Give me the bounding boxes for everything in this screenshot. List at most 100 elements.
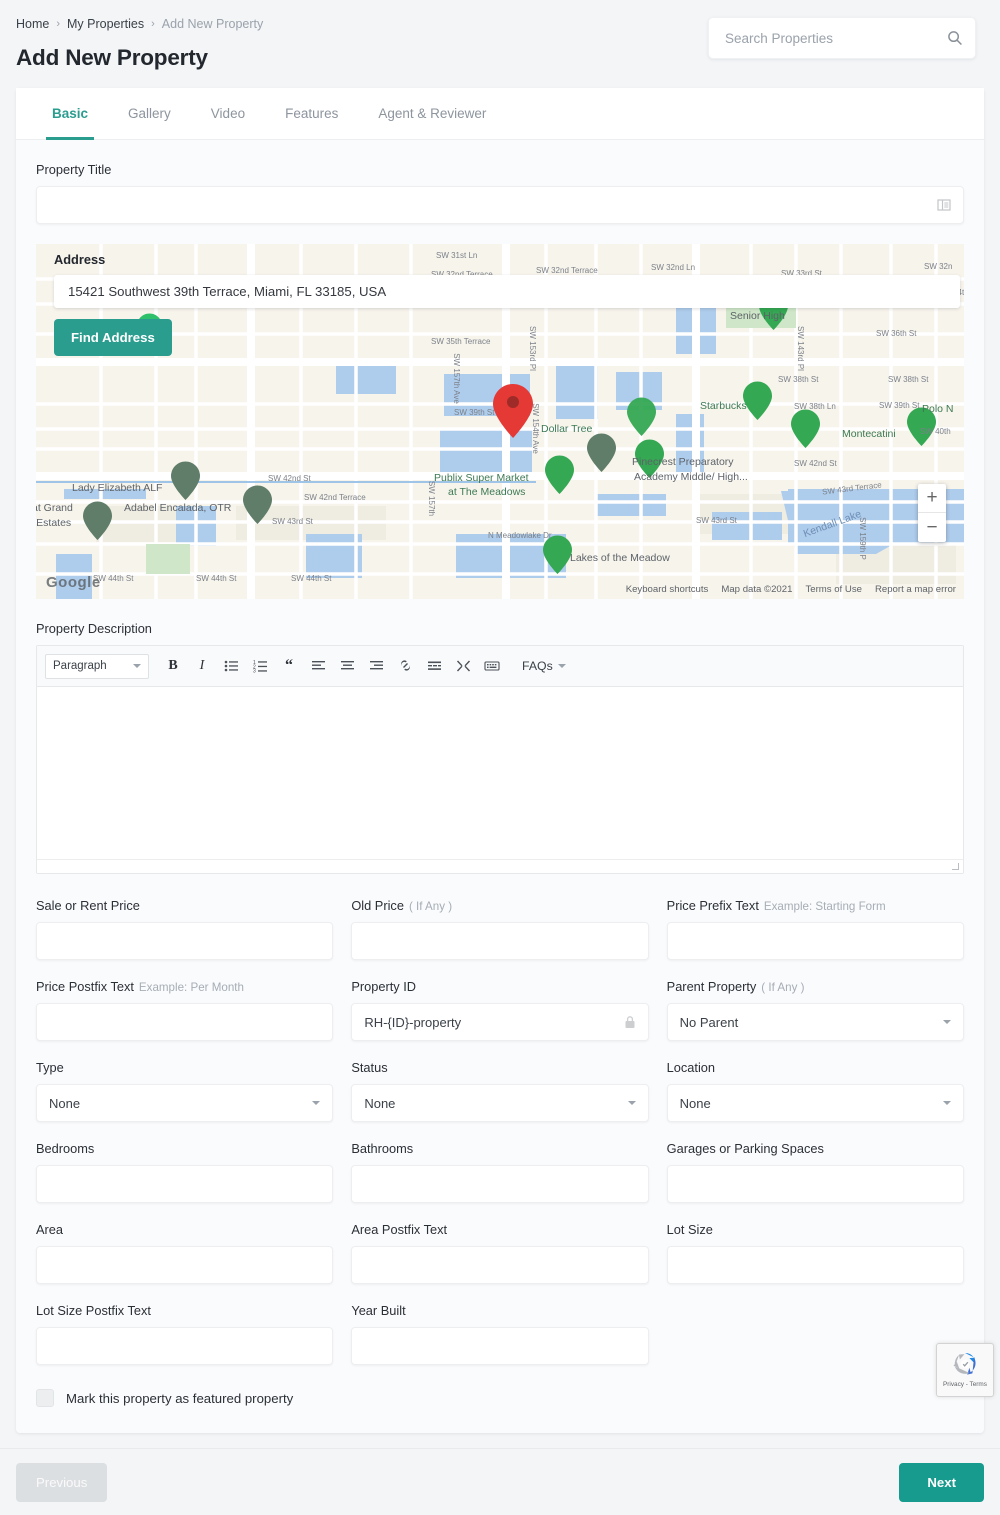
field-location: Location None [666, 1060, 964, 1122]
bathrooms-input[interactable] [364, 1176, 636, 1192]
search-properties-box[interactable] [708, 17, 976, 59]
field-label: Parent Property( If Any ) [666, 979, 805, 994]
tab-features[interactable]: Features [265, 88, 358, 140]
map-zoom-controls[interactable]: + − [918, 484, 946, 542]
tab-agent-reviewer[interactable]: Agent & Reviewer [358, 88, 506, 140]
field-year-built: Year Built [351, 1303, 649, 1365]
year-built-input[interactable] [364, 1338, 636, 1354]
property-title-input[interactable] [49, 197, 937, 213]
old-price-input[interactable] [364, 933, 636, 949]
chevron-down-icon [312, 1101, 321, 1105]
format-select-value: Paragraph [53, 660, 107, 672]
status-value: None [364, 1095, 396, 1111]
old-price-field[interactable] [351, 922, 649, 960]
address-input[interactable] [68, 284, 946, 299]
recaptcha-privacy-terms[interactable]: Privacy - Terms [943, 1381, 987, 1388]
keyboard-icon[interactable] [479, 653, 505, 679]
blockquote-icon[interactable]: “ [276, 653, 302, 679]
field-label: Price Postfix Text Example: Per Month [36, 979, 244, 994]
zoom-out-button[interactable]: − [918, 513, 946, 542]
field-label: Lot Size Postfix Text [36, 1303, 151, 1318]
format-select[interactable]: Paragraph [45, 653, 149, 679]
tab-basic[interactable]: Basic [32, 88, 108, 140]
area-postfix-text-field[interactable] [351, 1246, 649, 1284]
area-postfix-text-input[interactable] [364, 1257, 636, 1273]
bedrooms-field[interactable] [36, 1165, 334, 1203]
lot-size-postfix-text-input[interactable] [49, 1338, 321, 1354]
location-select[interactable]: None [666, 1084, 964, 1122]
sale-or-rent-price-field[interactable] [36, 922, 334, 960]
price-postfix-text-field[interactable] [36, 1003, 334, 1041]
breadcrumb-item-my-properties[interactable]: My Properties [67, 17, 144, 31]
field-lot-size-postfix-text: Lot Size Postfix Text [36, 1303, 334, 1365]
lock-icon [624, 1015, 636, 1029]
garages-input[interactable] [679, 1176, 951, 1192]
bathrooms-field[interactable] [351, 1165, 649, 1203]
price-postfix-text-input[interactable] [49, 1014, 321, 1030]
report-map-error-link[interactable]: Report a map error [875, 584, 956, 595]
numbered-list-icon[interactable]: 123 [247, 653, 273, 679]
featured-property-checkbox[interactable] [36, 1389, 54, 1407]
align-left-icon[interactable] [305, 653, 331, 679]
area-field[interactable] [36, 1246, 334, 1284]
field-label: Year Built [351, 1303, 406, 1318]
property-title-label: Property Title [36, 162, 112, 177]
zoom-in-button[interactable]: + [918, 484, 946, 513]
address-field[interactable] [54, 275, 960, 308]
garages-field[interactable] [666, 1165, 964, 1203]
find-address-button[interactable]: Find Address [54, 319, 172, 356]
lot-size-postfix-text-field[interactable] [36, 1327, 334, 1365]
lot-size-field[interactable] [666, 1246, 964, 1284]
faqs-dropdown[interactable]: FAQs [522, 659, 566, 673]
map-data-text: Map data ©2021 [721, 584, 793, 595]
field-label: Price Prefix Text Example: Starting Form [666, 898, 886, 913]
location-value: None [679, 1095, 711, 1111]
link-icon[interactable] [392, 653, 418, 679]
price-prefix-text-field[interactable] [666, 922, 964, 960]
price-prefix-text-input[interactable] [679, 933, 951, 949]
description-textarea[interactable] [37, 687, 963, 859]
breadcrumb: Home › My Properties › Add New Property [16, 17, 263, 31]
italic-icon[interactable]: I [189, 653, 215, 679]
tab-video[interactable]: Video [191, 88, 265, 140]
field-label: Location [666, 1060, 716, 1075]
bedrooms-input[interactable] [49, 1176, 321, 1192]
bold-icon[interactable]: B [160, 653, 186, 679]
type-select[interactable]: None [36, 1084, 334, 1122]
parent-property-select[interactable]: No Parent [666, 1003, 964, 1041]
field-label: Garages or Parking Spaces [666, 1141, 824, 1156]
property-description-editor[interactable]: Paragraph B I 123 “ FAQs [36, 645, 964, 874]
read-more-icon[interactable] [421, 653, 447, 679]
map-attribution: Keyboard shortcuts Map data ©2021 Terms … [626, 584, 956, 595]
recaptcha-badge[interactable]: Privacy - Terms [936, 1343, 994, 1397]
next-button[interactable]: Next [899, 1462, 984, 1502]
area-input[interactable] [49, 1257, 321, 1273]
fullscreen-icon[interactable] [450, 653, 476, 679]
parent-property-value: No Parent [679, 1014, 739, 1030]
field-garages-or-parking-spaces: Garages or Parking Spaces [666, 1141, 964, 1203]
address-map[interactable]: SW 31st Ln SW 32nd Terrace SW 32nd Terra… [36, 244, 964, 599]
faqs-label: FAQs [522, 659, 553, 673]
page-header: Home › My Properties › Add New Property … [0, 0, 1000, 71]
search-input[interactable] [725, 30, 947, 46]
lot-size-input[interactable] [679, 1257, 951, 1273]
search-icon[interactable] [947, 30, 963, 46]
property-id-value: RH-{ID}-property [364, 1014, 462, 1030]
keyboard-shortcuts-link[interactable]: Keyboard shortcuts [626, 584, 709, 595]
terms-of-use-link[interactable]: Terms of Use [805, 584, 862, 595]
year-built-field[interactable] [351, 1327, 649, 1365]
breadcrumb-item-home[interactable]: Home [16, 17, 49, 31]
previous-button[interactable]: Previous [16, 1462, 108, 1502]
tab-gallery[interactable]: Gallery [108, 88, 191, 140]
featured-property-label: Mark this property as featured property [66, 1390, 294, 1406]
bullet-list-icon[interactable] [218, 653, 244, 679]
template-list-icon[interactable] [937, 198, 951, 212]
align-center-icon[interactable] [334, 653, 360, 679]
recaptcha-icon [953, 1353, 976, 1375]
sale-or-rent-price-input[interactable] [49, 933, 321, 949]
status-select[interactable]: None [351, 1084, 649, 1122]
align-right-icon[interactable] [363, 653, 389, 679]
svg-text:3: 3 [253, 669, 256, 674]
property-title-field[interactable] [36, 186, 964, 224]
editor-resize-handle[interactable] [37, 859, 963, 873]
